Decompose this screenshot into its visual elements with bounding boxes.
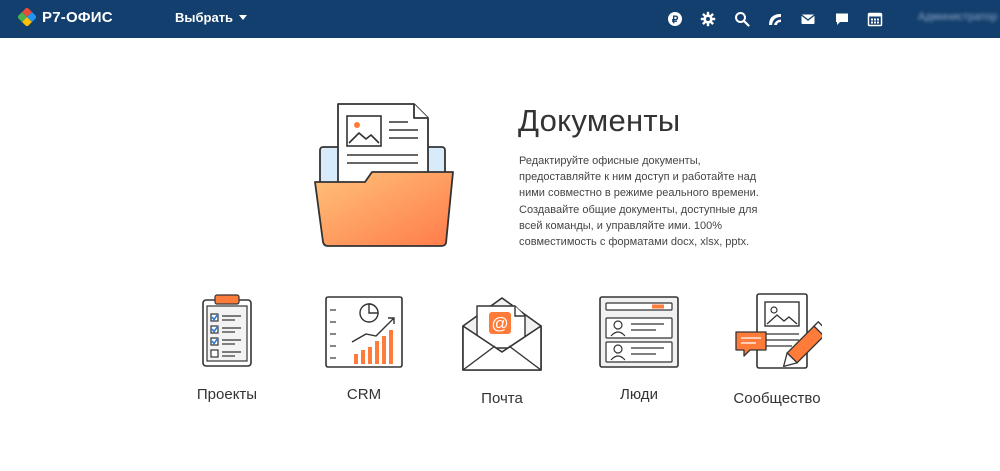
module-label: Проекты [196,386,258,403]
chevron-down-icon [239,15,248,20]
logo[interactable]: Р7-ОФИС [18,8,113,26]
module-crm[interactable]: CRM [304,292,424,403]
community-pencil-icon [735,293,822,369]
mail-icon[interactable] [800,11,816,27]
chat-icon[interactable] [834,11,850,27]
module-projects[interactable]: Проекты [167,292,287,403]
module-community[interactable]: Сообщество [717,292,837,407]
module-label: Сообщество [733,390,821,407]
logo-diamond-icon [18,8,36,26]
clipboard-checklist-icon [202,294,252,367]
feed-icon[interactable] [767,11,783,27]
user-menu[interactable]: Администратор [918,11,1000,23]
module-select-label: Выбрать [175,10,234,25]
module-label: Почта [481,390,523,407]
crm-chart-icon [325,296,403,368]
gear-icon[interactable] [700,11,716,27]
module-people[interactable]: Люди [579,292,699,403]
logo-text: Р7-ОФИС [42,8,113,26]
user-name: Администратор [918,11,998,23]
page-title: Документы [518,103,681,138]
page-description: Редактируйте офисные документы, предоста… [519,155,759,249]
module-select-dropdown[interactable]: Выбрать [175,10,248,25]
search-icon[interactable] [734,11,750,27]
module-label: CRM [346,386,382,403]
module-label: Люди [620,386,658,403]
people-cards-icon [599,296,679,368]
documents-folder-icon [314,103,454,247]
top-navigation-bar: Р7-ОФИС Выбрать ₽ Администратор [0,0,1000,38]
mail-envelope-icon: @ [462,297,542,371]
svg-text:@: @ [491,314,508,333]
svg-text:₽: ₽ [672,15,679,26]
ruble-payment-icon[interactable]: ₽ [667,11,683,27]
module-mail[interactable]: @ Почта [442,292,562,407]
calendar-icon[interactable] [867,11,883,27]
